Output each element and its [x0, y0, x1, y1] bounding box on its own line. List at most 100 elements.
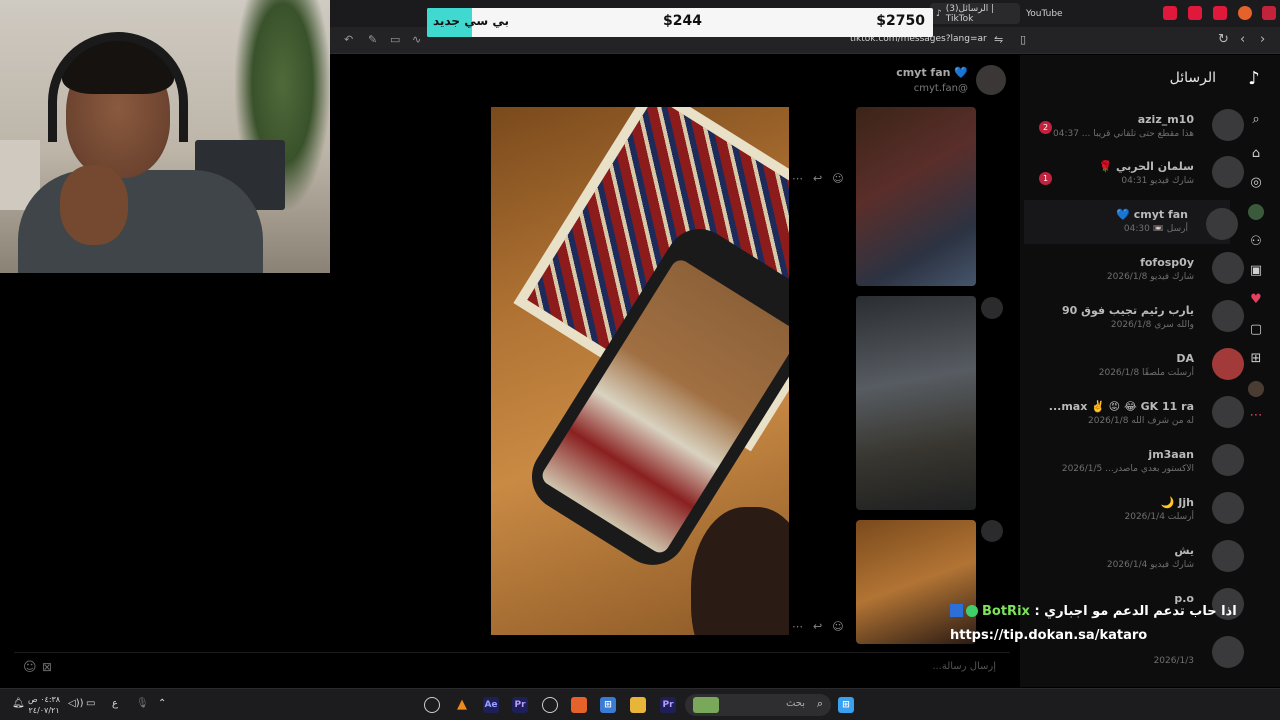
obs-icon[interactable]	[424, 697, 440, 713]
conversation-preview: أرسل 📼 04:30	[1123, 224, 1188, 234]
emoji-react-icon[interactable]: ☺	[832, 620, 853, 633]
vlc-icon[interactable]: ▲	[454, 697, 470, 713]
messages-icon[interactable]: ▢	[1248, 322, 1264, 338]
conversation-item[interactable]: يارب رئيم تجيب فوق 90 والله سري 2026/1/8	[1030, 300, 1244, 348]
chat-avatar[interactable]	[976, 65, 1006, 95]
youtube-tab-icon[interactable]	[1163, 6, 1177, 20]
conversation-item[interactable]: DA أرسلت ملصقًا 2026/1/8	[1030, 348, 1244, 396]
conversation-preview: له من شرف الله 2026/1/8	[1088, 416, 1194, 426]
sticker-icon[interactable]: ⊠	[42, 660, 52, 674]
emoji-react-icon[interactable]: ☺	[832, 172, 853, 185]
message-actions[interactable]: ⋯↩☺	[792, 172, 854, 185]
brave-tab-icon[interactable]	[1238, 6, 1252, 20]
unread-badge: 2	[1039, 121, 1052, 134]
profile-icon[interactable]	[1248, 381, 1264, 397]
more-icon[interactable]: ⋯	[792, 172, 813, 185]
taskbar: 🔔︎ ٠٤:٣٨ ص ٢٤/٠٧/٢١ ◁)) ▭ ع 🎙︎ ⌃ ▲ Ae Pr…	[0, 688, 1280, 720]
premiere-pro-icon[interactable]: Pr	[660, 697, 676, 713]
conversation-preview: أرسلت 2026/1/4	[1124, 512, 1195, 522]
file-explorer-icon[interactable]	[630, 697, 646, 713]
avatar	[1212, 156, 1244, 188]
conversation-preview: شارك فيديو 04:31	[1121, 176, 1194, 186]
following-icon[interactable]: ⚇	[1248, 234, 1264, 250]
tray-expand-icon[interactable]: ⌃	[158, 698, 166, 709]
steam-icon[interactable]	[542, 697, 558, 713]
volume-icon[interactable]: ◁))	[68, 698, 84, 709]
tiktok-logo-icon[interactable]: ♪	[1244, 68, 1264, 90]
reply-icon[interactable]: ↩	[813, 172, 832, 185]
tab-label: YouTube	[1026, 8, 1063, 19]
conversation-item[interactable]: aziz_m10 هذا مقطع حتى تلقاني قريبا ... 0…	[1030, 109, 1244, 157]
windows-start-icon[interactable]: ⊞	[838, 697, 854, 713]
activity-icon[interactable]: ♥	[1248, 292, 1264, 308]
after-effects-icon[interactable]: Ae	[483, 697, 499, 713]
conversation-item[interactable]: سلمان الحربي 🌹 شارك فيديو 04:31 1	[1030, 156, 1244, 204]
reload-icon[interactable]: ↻	[1218, 33, 1229, 47]
bot-message-line: BotRix اذا حاب تدعم الدعم مو اجباري :	[950, 604, 1237, 619]
screen-icon[interactable]: ▭	[390, 33, 400, 46]
conversation-item[interactable]: Jjh 🌙 أرسلت 2026/1/4	[1030, 492, 1244, 540]
back-arrow-icon[interactable]: ›	[1260, 33, 1265, 47]
scribble-icon[interactable]: ∿	[412, 33, 421, 46]
profile-avatar-icon[interactable]	[1248, 204, 1264, 220]
site-settings-icon[interactable]: ⇋	[994, 33, 1003, 47]
avatar	[1212, 348, 1244, 380]
conversation-item[interactable]: jm3aan الاكستور بعدي ماصدر... 2026/1/5	[1030, 444, 1244, 492]
brave-icon[interactable]	[571, 697, 587, 713]
more-icon[interactable]: ⋯	[792, 620, 813, 633]
network-icon[interactable]: ▭	[86, 698, 95, 709]
tab-youtube[interactable]: YouTube	[1020, 3, 1080, 24]
forward-arrow-icon[interactable]: ‹	[1240, 33, 1245, 47]
conversation-name: DA	[1176, 352, 1194, 365]
taskbar-search[interactable]: بحث ⌕	[685, 694, 831, 716]
bookmark-icon[interactable]: ▯	[1020, 33, 1026, 47]
upload-icon[interactable]: ⊞	[1248, 351, 1264, 367]
chat-contact-name[interactable]: cmyt fan 💙	[896, 66, 968, 79]
store-icon[interactable]: ⊞	[600, 697, 616, 713]
youtube-tab-icon[interactable]	[1188, 6, 1202, 20]
search-icon[interactable]: ⌕	[1248, 112, 1264, 128]
search-placeholder: بحث	[785, 698, 805, 709]
conversation-name: fofosp0y	[1140, 256, 1194, 269]
home-icon[interactable]: ⌂	[1248, 146, 1264, 162]
clock[interactable]: ٠٤:٣٨ ص ٢٤/٠٧/٢١	[28, 694, 60, 716]
live-icon[interactable]: ▣	[1248, 263, 1264, 279]
conversation-name: aziz_m10	[1137, 113, 1194, 126]
explore-icon[interactable]: ◎	[1248, 175, 1264, 191]
conversation-item[interactable]: fofosp0y شارك فيديو 2026/1/8	[1030, 252, 1244, 300]
input-language[interactable]: ع	[112, 698, 118, 709]
conversation-item[interactable]: يش شارك فيديو 2026/1/4	[1030, 540, 1244, 588]
composer-placeholder: إرسال رسالة...	[932, 661, 996, 672]
shared-photo-thumbnail[interactable]	[856, 107, 976, 286]
tab-tiktok-messages[interactable]: ♪ (3)الرسائل | TikTok	[930, 3, 1020, 24]
conversation-name: Jjh 🌙	[1160, 496, 1194, 509]
draw-icon[interactable]: ✎	[368, 33, 377, 46]
conversation-preview: هذا مقطع حتى تلقاني قريبا ... 04:37	[1053, 129, 1194, 139]
message-actions[interactable]: ⋯↩☺	[792, 620, 854, 633]
microphone-icon[interactable]: 🎙︎	[136, 698, 149, 709]
headset	[48, 32, 188, 142]
conversation-preview: الاكستور بعدي ماصدر... 2026/1/5	[1061, 464, 1194, 474]
notification-bell-icon[interactable]: 🔔︎	[12, 698, 25, 709]
webcam-feed	[0, 0, 330, 273]
conversation-name: jm3aan	[1148, 448, 1194, 461]
pinned-tab-icon[interactable]	[1262, 6, 1276, 20]
avatar	[1212, 300, 1244, 332]
reply-icon[interactable]: ↩	[813, 620, 832, 633]
conversation-item-active[interactable]: cmyt fan 💙 أرسل 📼 04:30	[1024, 200, 1238, 244]
verified-icon	[966, 605, 978, 617]
conversation-preview: أرسلت ملصقًا 2026/1/8	[1098, 368, 1194, 378]
undo-icon[interactable]: ↶	[344, 33, 353, 46]
conversation-preview: شارك فيديو 2026/1/4	[1106, 560, 1194, 570]
tab-label: (3)الرسائل | TikTok	[945, 3, 995, 24]
more-icon[interactable]: ⋯	[1248, 408, 1264, 424]
clock-date: ٢٤/٠٧/٢١	[28, 706, 60, 715]
premiere-icon[interactable]: Pr	[512, 697, 528, 713]
emoji-icon[interactable]: ☺	[23, 660, 37, 675]
message-composer[interactable]: ☺ ⊠ إرسال رسالة...	[14, 652, 1010, 682]
youtube-tab-icon[interactable]	[1213, 6, 1227, 20]
shared-photo-thumbnail[interactable]	[856, 296, 976, 510]
clock-time: ٠٤:٣٨ ص	[28, 695, 61, 704]
conversation-item[interactable]: max ✌️ 😡 😂 GK 11 ra... له من شرف الله 20…	[1030, 396, 1244, 444]
shared-photo[interactable]	[491, 107, 789, 635]
